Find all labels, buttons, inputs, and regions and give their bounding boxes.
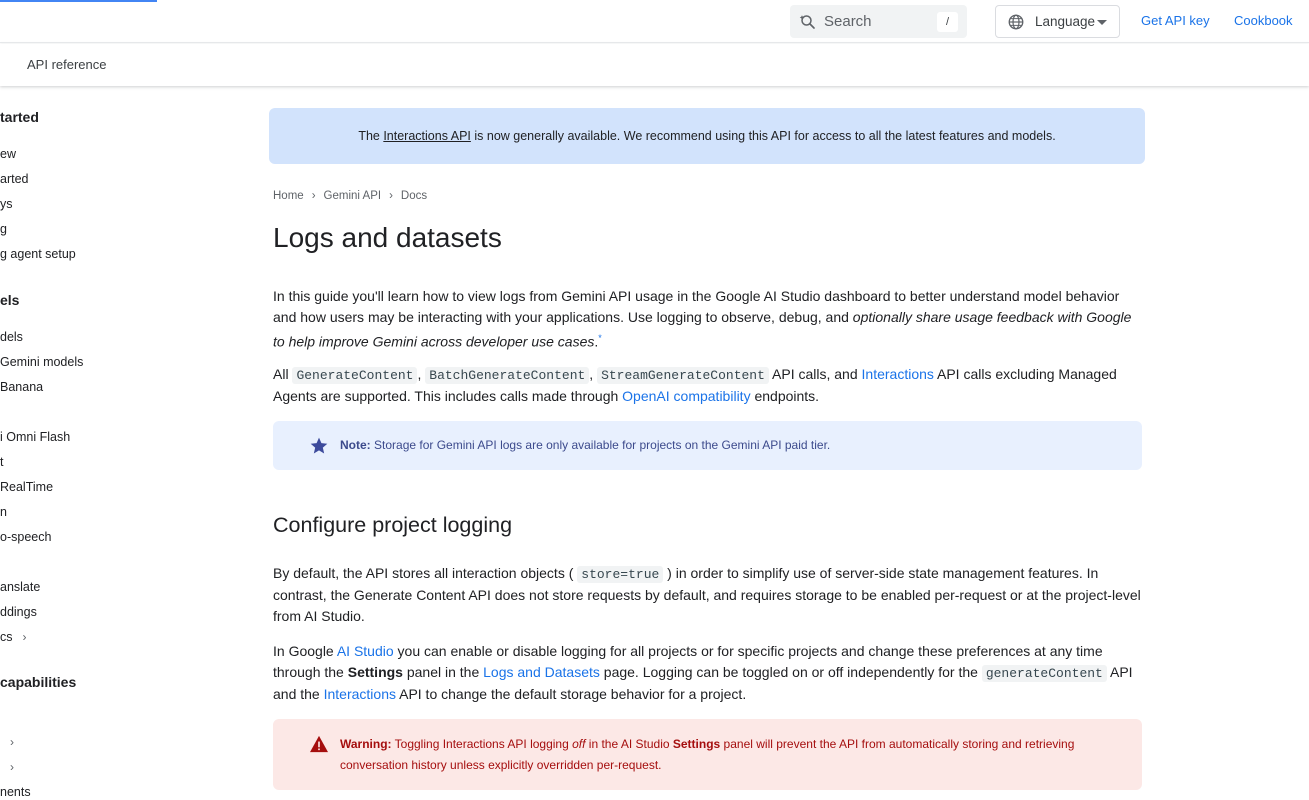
note-text: Note: Storage for Gemini API logs are on… [340, 438, 830, 452]
settings-bold-text: Settings [672, 737, 721, 751]
chevron-right-icon: › [10, 735, 14, 749]
code-batchgeneratecontent: BatchGenerateContent [425, 367, 590, 384]
sidebar-item-collapsed-2[interactable]: › [0, 760, 14, 774]
sidebar-item-all-models[interactable]: dels [0, 330, 23, 344]
search-box[interactable]: / [790, 5, 967, 38]
language-button[interactable]: Language [995, 5, 1120, 38]
intro-paragraph: In this guide you'll learn how to view l… [273, 286, 1143, 353]
tab-api-reference[interactable]: API reference [27, 57, 107, 72]
sidebar-item-coding-agent-setup[interactable]: g agent setup [0, 247, 76, 261]
banner-text-pre: The [358, 129, 384, 143]
language-label: Language [1035, 14, 1096, 29]
interactions-link[interactable]: Interactions [324, 686, 396, 702]
code-generatecontent: GenerateContent [292, 367, 418, 384]
text: panel in the [402, 664, 484, 680]
sidebar-item-label: cs [0, 630, 13, 644]
code-store-true: store=true [577, 566, 664, 583]
logs-and-datasets-link[interactable]: Logs and Datasets [483, 664, 600, 680]
left-sidebar: tarted ew arted ys g g agent setup els d… [0, 87, 200, 800]
warning-text: Warning: Toggling Interactions API loggi… [340, 734, 1120, 776]
star-icon [310, 437, 328, 454]
sidebar-item-speech[interactable]: o-speech [0, 530, 51, 544]
text: endpoints. [750, 388, 820, 404]
sidebar-item-gemini-models[interactable]: Gemini models [0, 355, 83, 369]
interactions-api-link[interactable]: Interactions API [383, 129, 471, 143]
settings-bold-text: Settings [347, 664, 403, 680]
page-title: Logs and datasets [273, 222, 502, 253]
search-input[interactable] [824, 11, 934, 31]
text: In Google [273, 643, 337, 659]
text: API to change the default storage behavi… [395, 686, 747, 702]
search-shortcut-key: / [937, 12, 958, 32]
openai-compatibility-link[interactable]: OpenAI compatibility [622, 388, 750, 404]
section-title-configure-logging: Configure project logging [273, 513, 513, 537]
sidebar-item-embeddings[interactable]: ddings [0, 605, 37, 619]
text: All [273, 366, 293, 382]
banner-text-post: is now generally available. We recommend… [470, 129, 1056, 143]
chevron-down-icon [1097, 20, 1107, 25]
cookbook-link[interactable]: Cookbook [1234, 13, 1293, 28]
sidebar-heading-capabilities: capabilities [0, 674, 77, 690]
breadcrumb: Home › Gemini API › Docs [273, 190, 427, 202]
sidebar-item-n[interactable]: n [0, 505, 7, 519]
note-label: Note: [340, 438, 371, 452]
warning-label: Warning: [340, 737, 392, 751]
sidebar-item-realtime[interactable]: RealTime [0, 480, 53, 494]
default-storage-paragraph: By default, the API stores all interacti… [273, 563, 1143, 627]
get-api-key-link[interactable]: Get API key [1141, 13, 1210, 28]
warning-italic-off: off [572, 737, 586, 751]
text: By default, the API stores all interacti… [273, 565, 578, 581]
breadcrumb-gemini-api[interactable]: Gemini API [324, 190, 382, 202]
announcement-banner: The Interactions API is now generally av… [269, 108, 1145, 164]
sidebar-item-pricing[interactable]: g [0, 222, 7, 236]
note-callout: Note: Storage for Gemini API logs are on… [273, 421, 1142, 470]
code-streamgeneratecontent: StreamGenerateContent [597, 367, 769, 384]
sidebar-item-cs[interactable]: cs › [0, 630, 27, 644]
search-icon [799, 15, 815, 29]
chevron-right-icon: › [389, 190, 393, 202]
interactions-link[interactable]: Interactions [862, 366, 934, 382]
breadcrumb-docs[interactable]: Docs [401, 190, 427, 202]
chevron-right-icon: › [22, 630, 27, 644]
sidebar-item-collapsed-1[interactable]: › [0, 735, 14, 749]
chevron-right-icon: › [311, 190, 316, 202]
supported-calls-paragraph: All GenerateContent, BatchGenerateConten… [273, 364, 1143, 407]
sidebar-item-overview[interactable]: ew [0, 147, 16, 161]
sidebar-item-banana[interactable]: Banana [0, 380, 43, 394]
sidebar-item-documents[interactable]: nents [0, 785, 31, 799]
ai-studio-logging-paragraph: In Google AI Studio you can enable or di… [273, 641, 1143, 705]
text: in the AI Studio [585, 737, 673, 751]
globe-icon [1008, 14, 1024, 30]
sidebar-item-translate[interactable]: anslate [0, 580, 40, 594]
text: page. Logging can be toggled on or off i… [599, 664, 982, 680]
section-nav-bar: API reference [0, 44, 1309, 86]
text: , [589, 366, 598, 382]
sidebar-item-api-keys[interactable]: ys [0, 197, 13, 211]
sidebar-item-omni-flash[interactable]: i Omni Flash [0, 430, 70, 444]
note-body: Storage for Gemini API logs are only ava… [370, 438, 831, 452]
sidebar-heading-models: els [0, 292, 20, 308]
sidebar-item-quickstart[interactable]: arted [0, 172, 29, 186]
warning-callout: Warning: Toggling Interactions API loggi… [273, 719, 1142, 790]
breadcrumb-home[interactable]: Home [273, 190, 304, 202]
sidebar-item-t[interactable]: t [0, 455, 3, 469]
text: Toggling Interactions API logging [391, 737, 573, 751]
sidebar-heading-get-started: tarted [0, 109, 39, 125]
chevron-right-icon: › [10, 760, 14, 774]
ai-studio-link[interactable]: AI Studio [337, 643, 394, 659]
footnote-marker[interactable]: * [598, 333, 602, 343]
warning-icon [310, 735, 328, 753]
text: API calls, and [768, 366, 862, 382]
top-accent-line [0, 0, 157, 2]
top-bar: / Language Get API key Cookbook [0, 0, 1309, 43]
code-generatecontent: generateContent [981, 665, 1107, 682]
